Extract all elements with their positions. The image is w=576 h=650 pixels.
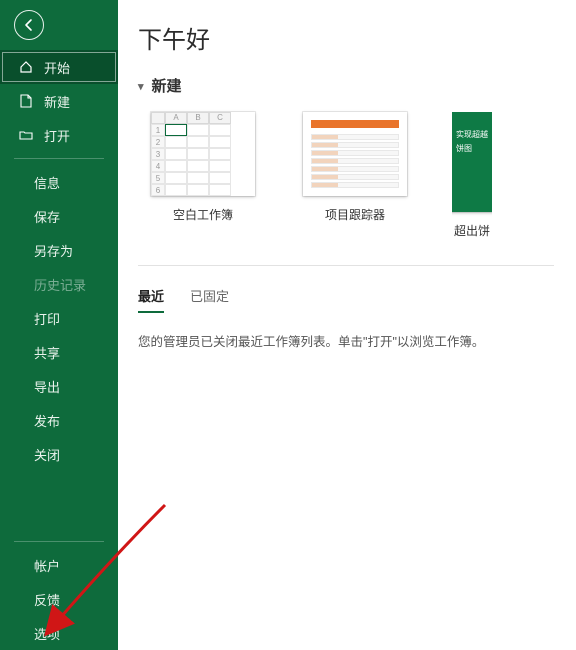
sidebar-item-label: 信息	[34, 173, 60, 192]
chevron-down-icon: ▾	[138, 80, 144, 93]
sidebar-item-feedback[interactable]: 反馈	[0, 582, 118, 616]
tab-pinned[interactable]: 已固定	[190, 286, 229, 313]
template-thumbnail	[303, 112, 407, 196]
sidebar-item-label: 发布	[34, 411, 60, 430]
template-list: ABC 1 2 3 4 5 6 空白工作簿 项目跟踪器	[148, 112, 576, 239]
sidebar-item-account[interactable]: 帐户	[0, 548, 118, 582]
sidebar-item-label: 新建	[44, 92, 70, 111]
template-label: 超出饼	[454, 222, 490, 239]
sidebar-item-publish[interactable]: 发布	[0, 403, 118, 437]
sidebar-item-close[interactable]: 关闭	[0, 437, 118, 471]
sidebar-item-label: 反馈	[34, 590, 60, 609]
divider	[138, 265, 554, 266]
template-blank-workbook[interactable]: ABC 1 2 3 4 5 6 空白工作簿	[148, 112, 258, 223]
sidebar-item-label: 保存	[34, 207, 60, 226]
template-project-tracker[interactable]: 项目跟踪器	[300, 112, 410, 223]
sidebar-item-home[interactable]: 开始	[0, 50, 118, 84]
sidebar-item-info[interactable]: 信息	[0, 165, 118, 199]
main-content: 下午好 ▾ 新建 ABC 1 2 3 4 5 6 空白工作簿	[118, 0, 576, 650]
sidebar-item-save[interactable]: 保存	[0, 199, 118, 233]
sidebar-item-save-as[interactable]: 另存为	[0, 233, 118, 267]
home-icon	[18, 60, 34, 74]
back-arrow-icon	[14, 10, 44, 40]
sidebar-item-options[interactable]: 选项	[0, 616, 118, 650]
sidebar-item-label: 打开	[44, 126, 70, 145]
sidebar-item-label: 导出	[34, 377, 60, 396]
template-thumbnail: ABC 1 2 3 4 5 6	[151, 112, 255, 196]
sidebar-item-print[interactable]: 打印	[0, 301, 118, 335]
sidebar-item-label: 打印	[34, 309, 60, 328]
sidebar-item-share[interactable]: 共享	[0, 335, 118, 369]
template-label: 空白工作簿	[173, 206, 233, 223]
sidebar-item-open[interactable]: 打开	[0, 118, 118, 152]
sidebar-item-export[interactable]: 导出	[0, 369, 118, 403]
new-section-header[interactable]: ▾ 新建	[138, 75, 576, 96]
sidebar-item-label: 选项	[34, 624, 60, 643]
greeting-title: 下午好	[138, 20, 576, 55]
tab-recent[interactable]: 最近	[138, 286, 164, 313]
recent-tabs: 最近 已固定	[138, 286, 576, 313]
sidebar-item-label: 帐户	[34, 556, 60, 575]
template-thumbnail: 实现超越 饼图	[452, 112, 492, 212]
sidebar-item-label: 开始	[44, 58, 70, 77]
template-label: 项目跟踪器	[325, 206, 385, 223]
recent-empty-message: 您的管理员已关闭最近工作簿列表。单击"打开"以浏览工作簿。	[138, 331, 576, 350]
back-button[interactable]	[0, 0, 118, 50]
file-new-icon	[18, 94, 34, 108]
sidebar-item-label: 共享	[34, 343, 60, 362]
sidebar-item-label: 另存为	[34, 241, 73, 260]
sidebar: 开始 新建 打开 信息 保存 另存为 历史记录 打印 共享 导出 发布 关闭 帐…	[0, 0, 118, 650]
sidebar-item-new[interactable]: 新建	[0, 84, 118, 118]
separator	[14, 158, 104, 159]
sidebar-item-history: 历史记录	[0, 267, 118, 301]
template-pie-chart[interactable]: 实现超越 饼图 超出饼	[452, 112, 492, 239]
separator	[14, 541, 104, 542]
section-label: 新建	[152, 75, 182, 96]
sidebar-item-label: 历史记录	[34, 275, 86, 294]
folder-open-icon	[18, 129, 34, 141]
sidebar-item-label: 关闭	[34, 445, 60, 464]
